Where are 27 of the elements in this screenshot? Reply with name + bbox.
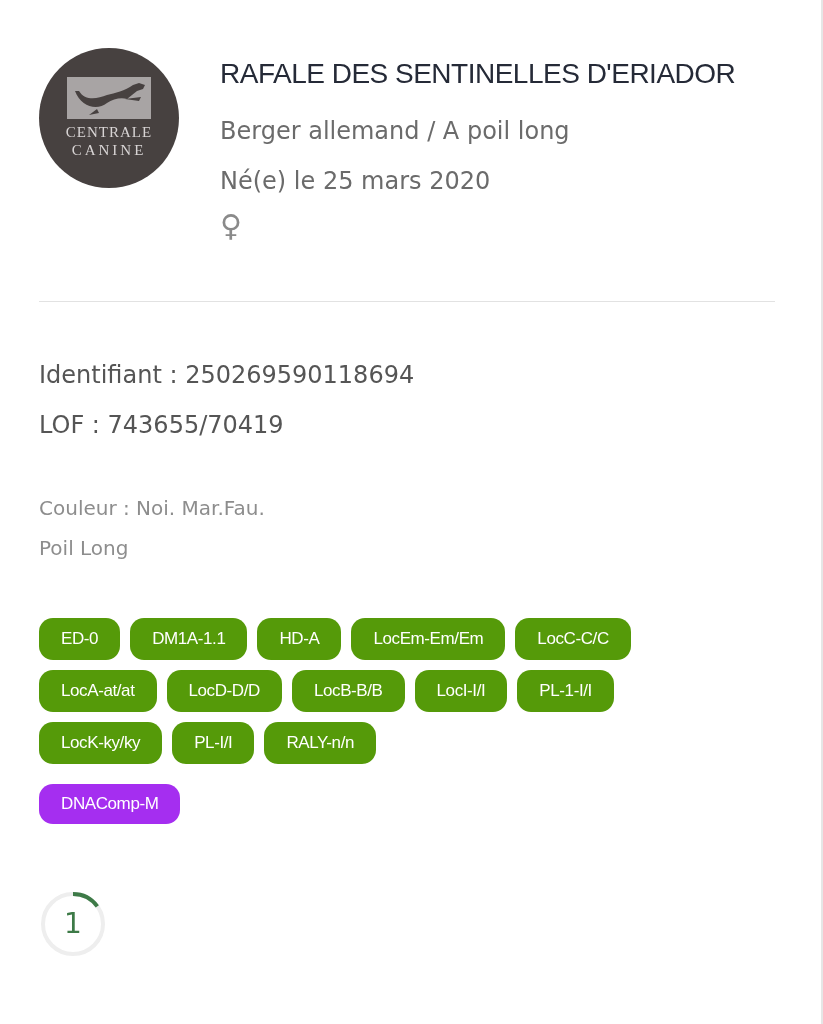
test-tag: LocEm-Em/Em bbox=[351, 618, 506, 660]
dog-icon bbox=[67, 77, 151, 119]
female-icon: ♀ bbox=[220, 209, 736, 243]
test-tag: HD-A bbox=[257, 618, 342, 660]
test-tag: LocA-at/at bbox=[39, 670, 157, 712]
test-tag: PL-I/I bbox=[172, 722, 255, 764]
test-tag: LocB-B/B bbox=[291, 670, 405, 712]
breed-text: Berger allemand / A poil long bbox=[220, 116, 571, 147]
test-tag: DNAComp-M bbox=[39, 784, 181, 824]
test-tag: DM1A-1.1 bbox=[130, 618, 248, 660]
test-tag: LocI-I/I bbox=[414, 670, 508, 712]
test-tag: LocD-D/D bbox=[166, 670, 282, 712]
dog-name: RAFALE DES SENTINELLES D'ERIADOR bbox=[220, 57, 736, 91]
test-tag: LocK-ky/ky bbox=[39, 722, 163, 764]
birth-date: Né(e) le 25 mars 2020 bbox=[220, 166, 492, 197]
detail-text: Couleur : Noi. Mar.Fau. bbox=[39, 495, 266, 522]
identifier-text: Identifiant : 250269590118694 bbox=[39, 360, 416, 391]
logo-text: CANINE bbox=[71, 141, 147, 159]
test-tag: LocC-C/C bbox=[515, 618, 631, 660]
identifier-text: LOF : 743655/70419 bbox=[39, 410, 285, 441]
progress-count: 1 bbox=[64, 909, 82, 939]
test-tag: RALY-n/n bbox=[264, 722, 377, 764]
test-tag: PL-1-I/I bbox=[517, 670, 614, 712]
progress-ring bbox=[39, 890, 107, 958]
logo-text: CENTRALE bbox=[65, 123, 153, 141]
detail-text: Poil Long bbox=[39, 535, 130, 562]
test-tag: ED-0 bbox=[39, 618, 121, 660]
